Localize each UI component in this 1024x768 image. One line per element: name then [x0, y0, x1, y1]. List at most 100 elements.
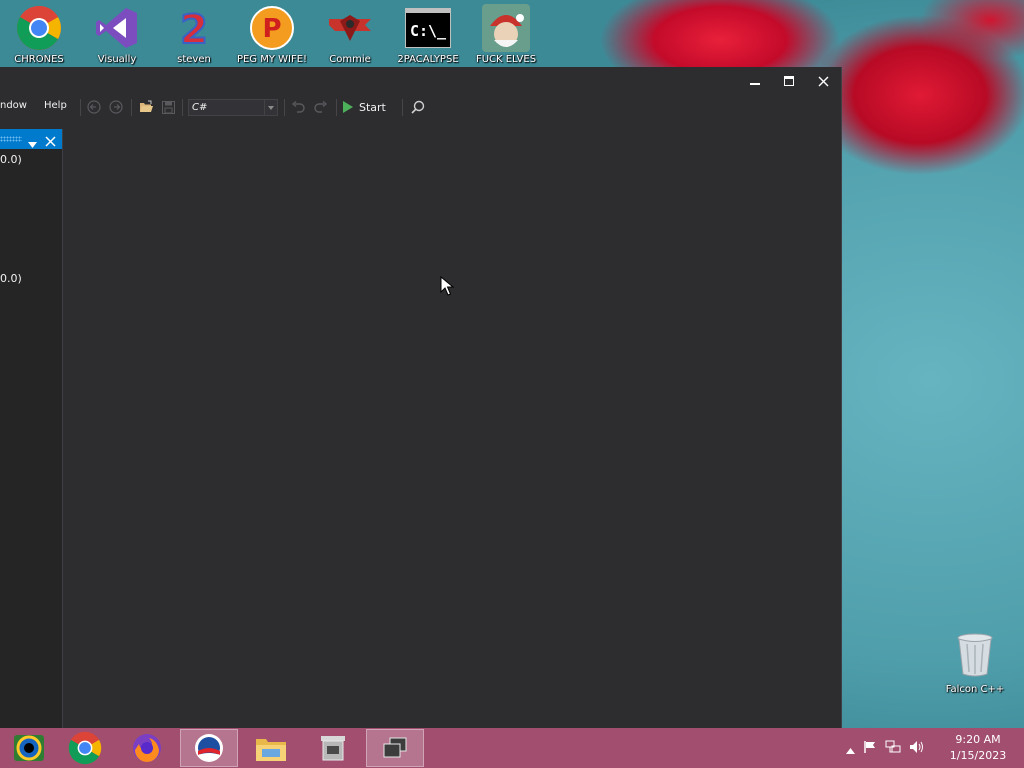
panel-line-1: 0.0): [0, 153, 22, 166]
start-button[interactable]: Start: [342, 98, 386, 116]
search-button[interactable]: [409, 98, 427, 116]
minimize-button[interactable]: [740, 71, 770, 91]
recycle-bin-label: Falcon C++: [945, 684, 1005, 695]
minimize-icon: [750, 83, 760, 85]
nav-back-button[interactable]: [85, 98, 103, 116]
back-icon: [87, 100, 101, 114]
system-tray: [846, 728, 925, 768]
ide-window: ndow Help C# Start 0.0) 0.0): [0, 67, 842, 728]
start-button-label: Start: [359, 100, 386, 114]
file-explorer-icon: [256, 739, 286, 761]
panel-grip: [0, 136, 22, 142]
recycle-bin-icon: [957, 633, 993, 677]
save-icon: [161, 100, 175, 114]
desktop-icon-label: CHRONES: [14, 54, 64, 65]
desktop-icon-label: Commie: [329, 54, 371, 65]
redo-icon: [314, 101, 328, 113]
menu-window[interactable]: ndow: [0, 99, 27, 113]
clock-time: 9:20 AM: [955, 733, 1001, 746]
desktop-icon-2pacalypse[interactable]: C:\_ 2PACALYPSE: [392, 4, 464, 66]
tray-action-center[interactable]: [863, 739, 877, 758]
commie-icon: [326, 4, 374, 52]
forward-icon: [109, 100, 123, 114]
windows-logo-icon: [14, 735, 44, 761]
side-panel: 0.0) 0.0): [0, 129, 63, 728]
toolbar-separator: [182, 99, 183, 116]
open-file-button[interactable]: [137, 98, 155, 116]
chevron-down-icon[interactable]: [264, 100, 277, 115]
visual-studio-icon: [93, 4, 141, 52]
mouse-cursor-icon: [440, 276, 454, 296]
chevron-up-icon: [846, 747, 855, 754]
taskbar-firefox[interactable]: [118, 729, 176, 767]
desktop-icon-commie[interactable]: Commie: [314, 4, 386, 66]
svg-text:C:\_: C:\_: [410, 22, 447, 40]
search-icon: [411, 100, 425, 114]
taskbar-start-button[interactable]: [0, 729, 58, 767]
save-button[interactable]: [159, 98, 177, 116]
desktop-icon-fuck-elves[interactable]: FUCK ELVES: [470, 4, 542, 66]
desktop-icon-chrones[interactable]: CHRONES: [3, 4, 75, 66]
steven-icon: 2: [170, 4, 218, 52]
desktop-icon-label: 2PACALYPSE: [397, 54, 459, 65]
language-select-value: C#: [192, 102, 208, 113]
desktop-icon-recycle-bin[interactable]: Falcon C++: [940, 632, 1010, 695]
menu-help[interactable]: Help: [44, 99, 67, 113]
panel-close-button[interactable]: [45, 132, 56, 151]
redo-button[interactable]: [312, 98, 330, 116]
svg-text:2: 2: [180, 7, 208, 51]
elf-icon: [482, 4, 530, 52]
undo-icon: [291, 101, 305, 113]
close-icon: [45, 136, 56, 147]
taskbar-store[interactable]: [304, 729, 362, 767]
tray-network[interactable]: [885, 739, 901, 758]
nav-forward-button[interactable]: [107, 98, 125, 116]
taskbar: 9:20 AM 1/15/2023: [0, 728, 1024, 768]
desktop-icon-label: steven: [177, 54, 211, 65]
taskbar-obama[interactable]: [180, 729, 238, 767]
toolbar-separator: [131, 99, 132, 116]
panel-tab[interactable]: [0, 129, 62, 149]
panel-dropdown-button[interactable]: [28, 133, 37, 152]
undo-button[interactable]: [289, 98, 307, 116]
chevron-down-icon: [28, 142, 37, 148]
task-view-icon: [383, 737, 407, 758]
close-button[interactable]: [808, 71, 838, 91]
taskbar-file-explorer[interactable]: [242, 729, 300, 767]
open-folder-icon: [139, 100, 153, 112]
desktop-icon-steven[interactable]: 2 steven: [158, 4, 230, 66]
maximize-button[interactable]: [774, 71, 804, 91]
maximize-icon: [784, 76, 794, 86]
toolbar-separator: [80, 99, 81, 116]
peg-icon: P: [248, 4, 296, 52]
desktop-icon-peg[interactable]: P PEG MY WIFE!: [236, 4, 308, 66]
flag-icon: [864, 740, 875, 753]
taskbar-chrome[interactable]: [56, 729, 114, 767]
desktop-icon-label: Visually: [97, 54, 137, 65]
close-icon: [818, 76, 828, 86]
desktop-icon-label: FUCK ELVES: [475, 54, 537, 65]
panel-line-2: 0.0): [0, 272, 22, 285]
taskbar-task-view[interactable]: [366, 729, 424, 767]
toolbar-separator: [402, 99, 403, 116]
obama-icon: [195, 734, 223, 762]
chrome-icon: [15, 4, 63, 52]
clock-date: 1/15/2023: [949, 749, 1007, 762]
language-select[interactable]: C#: [188, 99, 278, 116]
editor-area[interactable]: [63, 129, 841, 728]
toolbar-separator: [284, 99, 285, 116]
toolbar-separator: [336, 99, 337, 116]
taskbar-clock[interactable]: 9:20 AM 1/15/2023: [940, 732, 1016, 764]
chrome-icon: [68, 731, 102, 765]
volume-icon: [910, 740, 923, 753]
title-bar[interactable]: [0, 67, 841, 95]
store-icon: [321, 736, 345, 761]
firefox-icon: [133, 734, 161, 762]
svg-text:P: P: [262, 14, 281, 44]
desktop-icon-visually[interactable]: Visually: [81, 4, 153, 66]
play-icon: [343, 101, 353, 113]
cmd-icon: C:\_: [404, 4, 452, 52]
tray-volume[interactable]: [909, 739, 925, 758]
tray-overflow-button[interactable]: [846, 739, 855, 758]
desktop-icon-label: PEG MY WIFE!: [236, 54, 308, 65]
